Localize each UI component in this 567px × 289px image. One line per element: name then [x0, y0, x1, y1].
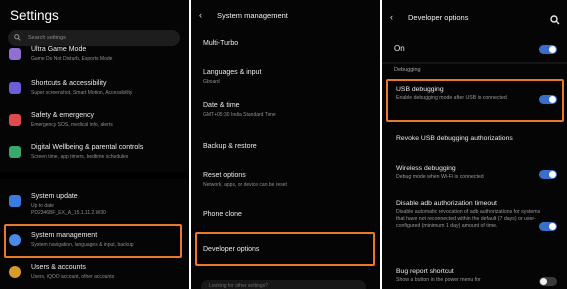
setting-subtitle: Debug mode when Wi-Fi is connected	[396, 174, 484, 180]
wellbeing-icon	[9, 146, 21, 158]
system-management-panel: ‹ System management Multi-Turbo Language…	[191, 0, 380, 289]
section-divider	[382, 62, 567, 64]
settings-item-title: Safety & emergency	[31, 112, 95, 119]
menu-item-reset[interactable]: Reset options Network, apps, or device c…	[203, 172, 373, 188]
back-arrow-icon[interactable]: ‹	[390, 12, 408, 22]
system-update-icon	[9, 195, 21, 207]
menu-item-languages[interactable]: Languages & input Gboard	[203, 69, 373, 85]
user-icon	[9, 266, 21, 278]
adb-timeout-toggle[interactable]	[539, 222, 557, 231]
menu-item-title: Multi-Turbo	[203, 40, 239, 47]
settings-item-safety[interactable]: Safety & emergency Emergency SOS, medica…	[8, 111, 180, 139]
back-arrow-icon[interactable]: ‹	[199, 10, 217, 20]
setting-title: Revoke USB debugging authorizations	[396, 135, 513, 142]
settings-item-subtitle: Emergency SOS, medical info, alerts	[31, 122, 113, 128]
page-title: System management	[217, 10, 288, 20]
master-toggle[interactable]	[539, 45, 557, 54]
shortcuts-icon	[9, 82, 21, 94]
section-divider	[0, 172, 189, 179]
settings-item-subtitle: Up to date	[31, 203, 55, 209]
settings-item-shortcuts[interactable]: Shortcuts & accessibility Super screensh…	[8, 79, 180, 107]
search-icon[interactable]	[550, 12, 560, 25]
settings-item-title: Users & accounts	[31, 264, 86, 271]
menu-item-title: Languages & input	[203, 69, 262, 76]
highlight-box	[4, 224, 182, 258]
menu-item-subtitle: Gboard	[203, 79, 220, 85]
developer-options-panel: ‹ Developer options On Debugging USB deb…	[382, 0, 567, 289]
settings-item-title: Digital Wellbeing & parental controls	[31, 144, 144, 151]
settings-item-digital-wellbeing[interactable]: Digital Wellbeing & parental controls Sc…	[8, 143, 180, 171]
setting-title: Disable adb authorization timeout	[396, 200, 497, 207]
toggle-knob	[549, 171, 556, 178]
setting-wireless-debugging[interactable]: Wireless debugging Debug mode when Wi-Fi…	[396, 165, 541, 181]
search-icon	[14, 33, 28, 43]
menu-item-subtitle: Network, apps, or device can be reset	[203, 182, 287, 188]
setting-title: Wireless debugging	[396, 165, 456, 172]
master-switch-label: On	[394, 44, 405, 53]
settings-item-title: Shortcuts & accessibility	[31, 80, 107, 87]
settings-item-subtitle: Super screenshot, Smart Motion, Accessib…	[31, 90, 133, 96]
settings-item-users-accounts[interactable]: Users & accounts Users, iQOO account, ot…	[8, 263, 180, 289]
menu-item-title: Phone clone	[203, 211, 242, 218]
setting-revoke-usb[interactable]: Revoke USB debugging authorizations	[396, 135, 541, 142]
menu-item-backup[interactable]: Backup & restore	[203, 143, 373, 150]
menu-item-title: Date & time	[203, 102, 240, 109]
page-title: Settings	[10, 8, 59, 23]
highlight-box	[386, 79, 564, 122]
search-input[interactable]: Search settings	[8, 30, 180, 46]
toggle-knob	[540, 278, 547, 285]
settings-item-subtitle: Screen time, app timers, bedtime schedul…	[31, 154, 129, 160]
header: ‹ Developer options	[390, 10, 560, 25]
menu-item-date-time[interactable]: Date & time GMT+05:30 India Standard Tim…	[203, 102, 373, 118]
game-icon	[9, 48, 21, 60]
settings-item-title: System update	[31, 193, 78, 200]
settings-item-title: Ultra Game Mode	[31, 46, 87, 53]
category-label: Debugging	[394, 67, 421, 73]
setting-bug-report-shortcut[interactable]: Bug report shortcut Show a button in the…	[396, 268, 541, 284]
setting-title: Bug report shortcut	[396, 268, 454, 275]
settings-item-system-update[interactable]: System update Up to date PD2346BF_EX_A_1…	[8, 192, 180, 220]
menu-item-subtitle: GMT+05:30 India Standard Time	[203, 112, 276, 118]
highlight-box	[195, 232, 375, 266]
page-title: Developer options	[408, 12, 469, 22]
settings-item-version: PD2346BF_EX_A_15.1.11.2.W30	[31, 210, 106, 216]
safety-icon	[9, 114, 21, 126]
menu-item-title: Backup & restore	[203, 143, 257, 150]
setting-subtitle: Show a button in the power menu for	[396, 277, 481, 283]
menu-item-title: Reset options	[203, 172, 246, 179]
toggle-knob	[549, 46, 556, 53]
settings-item-subtitle: Game Do Not Disturb, Esports Mode	[31, 56, 113, 62]
setting-disable-adb-timeout[interactable]: Disable adb authorization timeout Disabl…	[396, 200, 541, 231]
settings-item-subtitle: Users, iQOO account, other accounts	[31, 274, 115, 280]
header: ‹ System management	[199, 8, 288, 22]
settings-item-ultra-game-mode[interactable]: Ultra Game Mode Game Do Not Disturb, Esp…	[8, 45, 180, 73]
setting-subtitle: Disable automatic revocation of adb auth…	[396, 209, 541, 230]
settings-panel: Settings Search settings Ultra Game Mode…	[0, 0, 189, 289]
bug-report-toggle[interactable]	[539, 277, 557, 286]
menu-item-multi-turbo[interactable]: Multi-Turbo	[203, 40, 373, 47]
search-placeholder: Search settings	[28, 35, 66, 41]
toggle-knob	[549, 223, 556, 230]
wireless-debugging-toggle[interactable]	[539, 170, 557, 179]
menu-item-phone-clone[interactable]: Phone clone	[203, 211, 373, 218]
other-settings-hint[interactable]: Looking for other settings?	[201, 280, 366, 289]
